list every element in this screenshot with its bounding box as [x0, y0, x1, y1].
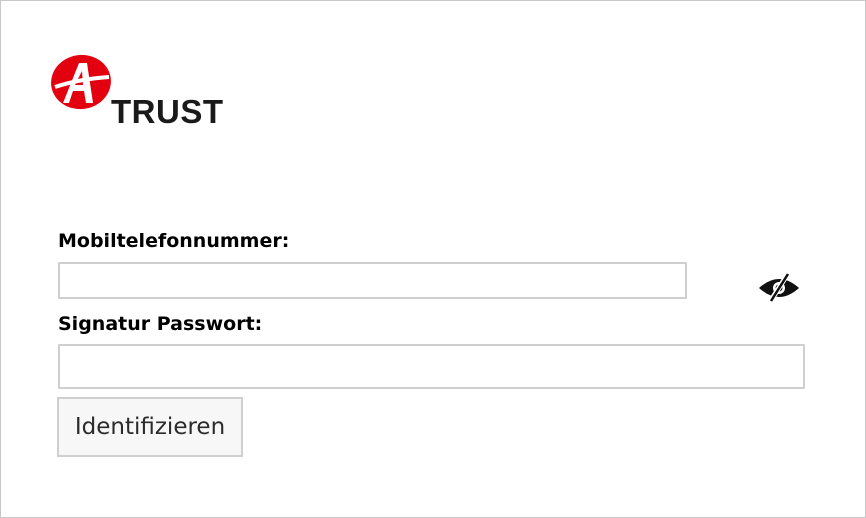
phone-input[interactable] [58, 262, 687, 299]
phone-label: Mobiltelefonnummer: [58, 230, 290, 252]
password-input[interactable] [58, 344, 805, 389]
login-panel: TRUST Mobiltelefonnummer: Signatur Passw… [0, 0, 866, 518]
password-label: Signatur Passwort: [58, 313, 263, 335]
a-trust-logo: TRUST [49, 53, 223, 133]
eye-slash-icon[interactable] [757, 272, 801, 304]
identify-button[interactable]: Identifizieren [57, 397, 243, 457]
logo-text: TRUST [111, 93, 224, 130]
